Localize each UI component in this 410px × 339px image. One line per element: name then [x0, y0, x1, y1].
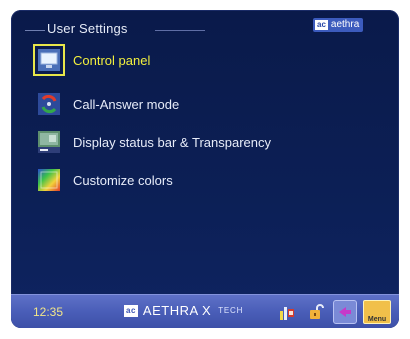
brand-logo-bottom: ac AETHRA X TECH: [124, 303, 243, 318]
call-answer-icon: [33, 88, 65, 120]
brand-name: aethra: [330, 19, 360, 30]
menu-item-label: Customize colors: [73, 172, 173, 188]
statusbar-icons: Menu: [277, 300, 391, 324]
menu-item-control-panel[interactable]: Control panel: [33, 44, 150, 76]
brand-logo: ac aethra: [313, 18, 364, 32]
lock-icon: [305, 301, 327, 323]
header-line-right: [155, 30, 205, 31]
menu-button-label: Menu: [367, 316, 387, 323]
menu-item-label: Display status bar & Transparency: [73, 134, 271, 150]
palette-icon: [33, 164, 65, 196]
back-button[interactable]: [333, 300, 357, 324]
clock: 12:35: [33, 305, 64, 319]
menu-item-label: Call-Answer mode: [73, 96, 180, 112]
menu-item-customize-colors[interactable]: Customize colors: [33, 164, 173, 196]
arrow-left-icon: [339, 307, 351, 317]
menu-button[interactable]: Menu: [363, 300, 391, 324]
menu-item-label: Control panel: [73, 52, 151, 68]
menu-item-call-answer[interactable]: Call-Answer mode: [33, 88, 179, 120]
menu-item-display-statusbar[interactable]: Display status bar & Transparency: [33, 126, 271, 158]
page-title: User Settings: [47, 21, 128, 36]
brand-name: AETHRA X: [142, 303, 212, 318]
network-icon: [277, 301, 299, 323]
brand-mark: ac: [315, 20, 328, 30]
screen: User Settings ac aethra Control panel Ca…: [11, 10, 399, 328]
brand-sub: TECH: [218, 306, 244, 315]
control-panel-icon: [33, 44, 65, 76]
brand-mark: ac: [124, 304, 138, 317]
header-line-left: [25, 30, 45, 31]
display-statusbar-icon: [33, 126, 65, 158]
status-bar: 12:35 ac AETHRA X TECH Menu: [11, 294, 399, 328]
header: User Settings ac aethra: [11, 10, 399, 44]
